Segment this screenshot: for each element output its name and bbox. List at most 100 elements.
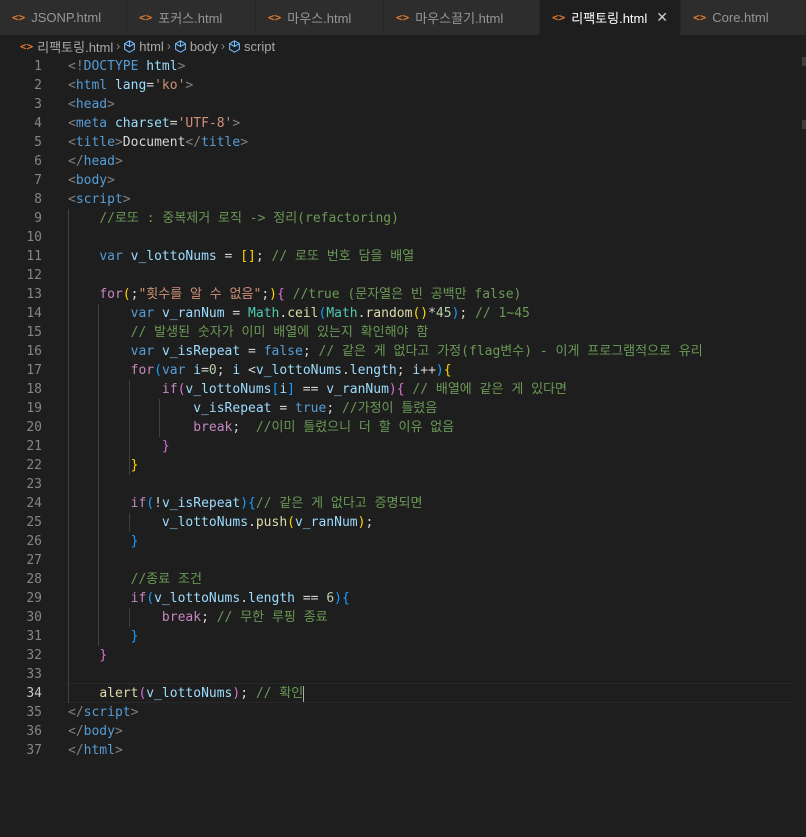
code-text: var v_ranNum = Math.ceil(Math.random()*4… bbox=[130, 306, 530, 321]
line-number: 5 bbox=[34, 135, 42, 150]
line-number: 18 bbox=[26, 382, 42, 397]
code-line: 4 <meta charset='UTF-8'> bbox=[0, 114, 806, 133]
tab-3[interactable]: <> 마우스끌기.html bbox=[384, 0, 540, 35]
tab-label: 마우스끌기.html bbox=[415, 11, 504, 26]
breadcrumb: <> 리팩토링.html › html › body › script bbox=[0, 35, 806, 57]
line-number: 27 bbox=[26, 553, 42, 568]
breadcrumb-script[interactable]: script bbox=[244, 39, 275, 54]
code-text: <html lang='ko'> bbox=[68, 78, 194, 93]
indent-guide bbox=[128, 380, 130, 475]
text-cursor bbox=[303, 685, 305, 702]
editor-tab-bar: <> JSONP.html <> 포커스.html <> 마우스.html <> 마우스끌기.… bbox=[0, 0, 806, 35]
line-number: 29 bbox=[26, 591, 42, 606]
indent-guide bbox=[98, 304, 100, 646]
tab-1[interactable]: <> 포커스.html bbox=[127, 0, 256, 35]
code-line: 2 <html lang='ko'> bbox=[0, 76, 806, 95]
tab-label: 마우스.html bbox=[287, 11, 352, 26]
indent-guide bbox=[159, 399, 161, 437]
code-line: 14 var v_ranNum = Math.ceil(Math.random(… bbox=[0, 304, 806, 323]
code-text: <script> bbox=[68, 192, 131, 207]
code-text: </body> bbox=[68, 724, 123, 739]
code-line: 25 v_lottoNums.push(v_ranNum); bbox=[0, 513, 806, 532]
tab-2[interactable]: <> 마우스.html bbox=[256, 0, 384, 35]
html-file-icon: <> bbox=[268, 11, 282, 24]
code-line: 11 var v_lottoNums = []; // 로또 번호 담을 배열 bbox=[0, 247, 806, 266]
element-cube-icon bbox=[124, 39, 136, 53]
code-line: 13 for(;"횟수를 알 수 없음";){ //true (문자열은 빈 공… bbox=[0, 285, 806, 304]
code-text: var v_lottoNums = []; // 로또 번호 담을 배열 bbox=[99, 249, 415, 264]
line-number: 30 bbox=[26, 610, 42, 625]
tab-5[interactable]: <> Core.html bbox=[681, 0, 806, 35]
line-number: 24 bbox=[26, 496, 42, 511]
tab-label: 포커스.html bbox=[158, 11, 223, 26]
line-number: 37 bbox=[26, 743, 42, 758]
tab-label: JSONP.html bbox=[31, 10, 102, 25]
close-icon[interactable]: ✕ bbox=[656, 9, 668, 26]
code-line: 26 } bbox=[0, 532, 806, 551]
indent-guide bbox=[128, 608, 130, 627]
line-number: 8 bbox=[34, 192, 42, 207]
code-line: 36 </body> bbox=[0, 722, 806, 741]
code-line: 18 if(v_lottoNums[i] == v_ranNum){ // 배열… bbox=[0, 380, 806, 399]
code-line: 22 } bbox=[0, 456, 806, 475]
code-text: </script> bbox=[68, 705, 139, 720]
code-line: 10 bbox=[0, 228, 806, 247]
breadcrumb-body[interactable]: body bbox=[190, 39, 218, 54]
code-line: 9 //로또 : 중복제거 로직 -> 정리(refactoring) bbox=[0, 209, 806, 228]
code-text: <!DOCTYPE html> bbox=[68, 59, 186, 74]
line-number: 19 bbox=[26, 401, 42, 416]
line-number: 15 bbox=[26, 325, 42, 340]
tab-label: 리팩토링.html bbox=[571, 11, 648, 26]
line-number: 25 bbox=[26, 515, 42, 530]
code-text: } bbox=[130, 534, 139, 549]
line-number: 33 bbox=[26, 667, 42, 682]
code-line: 34 alert(v_lottoNums); // 확인 bbox=[0, 684, 806, 703]
chevron-right-icon: › bbox=[166, 39, 171, 53]
tab-4[interactable]: <> 리팩토링.html ✕ bbox=[540, 0, 681, 35]
chevron-right-icon: › bbox=[116, 39, 121, 53]
line-number: 9 bbox=[34, 211, 42, 226]
line-number: 31 bbox=[26, 629, 42, 644]
html-file-icon: <> bbox=[20, 39, 34, 53]
breadcrumb-html[interactable]: html bbox=[139, 39, 164, 54]
code-line: 29 if(v_lottoNums.length == 6){ bbox=[0, 589, 806, 608]
line-number: 35 bbox=[26, 705, 42, 720]
html-file-icon: <> bbox=[693, 11, 707, 24]
chevron-right-icon: › bbox=[221, 39, 226, 53]
line-number: 10 bbox=[26, 230, 42, 245]
html-file-icon: <> bbox=[396, 11, 410, 24]
code-line: 32 } bbox=[0, 646, 806, 665]
html-file-icon: <> bbox=[12, 11, 26, 24]
code-line: 5 <title>Document</title> bbox=[0, 133, 806, 152]
code-text: for(var i=0; i <v_lottoNums.length; i++)… bbox=[130, 363, 452, 378]
code-text: <title>Document</title> bbox=[68, 135, 249, 150]
indent-guide bbox=[128, 513, 130, 532]
code-text: if(v_lottoNums.length == 6){ bbox=[130, 591, 350, 606]
line-number: 4 bbox=[34, 116, 42, 131]
code-text: </html> bbox=[68, 743, 123, 758]
code-text: v_lottoNums.push(v_ranNum); bbox=[161, 515, 374, 530]
line-number: 28 bbox=[26, 572, 42, 587]
tab-0[interactable]: <> JSONP.html bbox=[0, 0, 127, 35]
code-text: break; // 무한 루핑 종료 bbox=[161, 610, 328, 625]
element-cube-icon bbox=[229, 39, 240, 53]
code-line: 19 v_isRepeat = true; //가정이 틀렸음 bbox=[0, 399, 806, 418]
code-line: 35 </script> bbox=[0, 703, 806, 722]
code-line: 27 bbox=[0, 551, 806, 570]
code-line: 23 bbox=[0, 475, 806, 494]
line-number: 16 bbox=[26, 344, 42, 359]
code-text: if(v_lottoNums[i] == v_ranNum){ // 배열에 같… bbox=[161, 382, 568, 397]
line-number: 7 bbox=[34, 173, 42, 188]
code-text: //종료 조건 bbox=[130, 572, 202, 587]
code-line: 21 } bbox=[0, 437, 806, 456]
line-number: 12 bbox=[26, 268, 42, 283]
code-text: // 발생된 숫자가 이미 배열에 있는지 확인해야 함 bbox=[130, 325, 429, 340]
code-text: } bbox=[130, 629, 139, 644]
code-text: } bbox=[161, 439, 170, 454]
code-line: 7 <body> bbox=[0, 171, 806, 190]
code-line: 24 if(!v_isRepeat){// 같은 게 없다고 증명되면 bbox=[0, 494, 806, 513]
code-line: 33 bbox=[0, 665, 806, 684]
breadcrumb-file[interactable]: 리팩토링.html bbox=[37, 37, 113, 56]
line-number: 21 bbox=[26, 439, 42, 454]
code-line: 12 bbox=[0, 266, 806, 285]
